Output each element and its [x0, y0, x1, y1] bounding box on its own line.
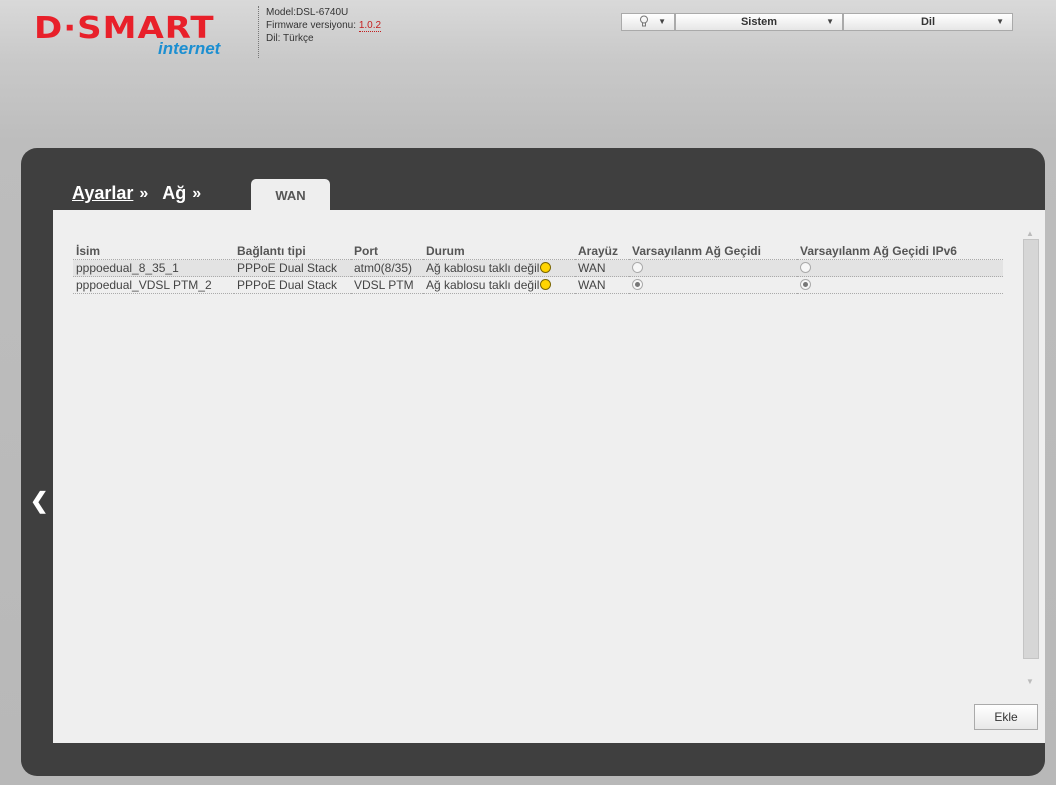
- chevron-down-icon: ▼: [996, 17, 1004, 26]
- language-dropdown[interactable]: Dil ▼: [843, 13, 1013, 31]
- language-label: Dil: [920, 16, 936, 28]
- col-gateway-ipv6-header: Varsayılanm Ağ Geçidi IPv6: [800, 243, 957, 258]
- cell-type: PPPoE Dual Stack: [234, 276, 351, 294]
- language-text: Dil: Türkçe: [266, 33, 314, 44]
- col-port-header: Port: [354, 243, 378, 258]
- col-interface-header: Arayüz: [578, 243, 619, 258]
- wan-connections-table: İsim Bağlantı tipi Port Durum Arayüz Var…: [73, 242, 1003, 294]
- default-gateway-ipv6-radio[interactable]: [800, 279, 811, 290]
- cell-interface: WAN: [575, 276, 629, 294]
- table-row[interactable]: pppoedual_8_35_1 PPPoE Dual Stack atm0(8…: [73, 259, 1003, 277]
- firmware-label: Firmware versiyonu:: [266, 20, 359, 31]
- col-gateway-header: Varsayılanm Ağ Geçidi: [632, 243, 761, 258]
- device-info: Model:DSL-6740U Firmware versiyonu: 1.0.…: [266, 6, 382, 45]
- breadcrumb-separator: »: [139, 184, 149, 202]
- scroll-down-icon[interactable]: ▼: [1026, 677, 1034, 686]
- table-row[interactable]: pppoedual_VDSL PTM_2 PPPoE Dual Stack VD…: [73, 276, 1003, 294]
- cell-port: VDSL PTM: [351, 276, 423, 294]
- chevron-down-icon: ▼: [658, 17, 666, 26]
- cell-status: Ağ kablosu taklı değil: [423, 259, 575, 277]
- cell-gateway-ipv6: [797, 259, 1003, 277]
- col-name-header: İsim: [76, 243, 101, 258]
- default-gateway-radio[interactable]: [632, 262, 643, 273]
- default-gateway-radio[interactable]: [632, 279, 643, 290]
- cell-interface: WAN: [575, 259, 629, 277]
- system-dropdown[interactable]: Sistem ▼: [675, 13, 843, 31]
- chevron-down-icon: ▼: [826, 17, 834, 26]
- cell-gateway: [629, 259, 797, 277]
- col-status-header: Durum: [426, 243, 465, 258]
- breadcrumb: Ayarlar » Ağ »: [72, 183, 215, 204]
- vertical-scrollbar[interactable]: ▲ ▼: [1023, 229, 1039, 686]
- status-indicator-icon: [540, 262, 552, 273]
- cell-port: atm0(8/35): [351, 259, 423, 277]
- status-text: Ağ kablosu taklı değil: [426, 261, 540, 275]
- header-divider: [258, 6, 259, 58]
- back-arrow-icon[interactable]: ❮: [30, 488, 48, 514]
- help-dropdown[interactable]: ▼: [621, 13, 675, 31]
- breadcrumb-separator: »: [192, 184, 202, 202]
- scrollbar-thumb[interactable]: [1023, 239, 1039, 659]
- dsmart-logo: D·SMART internet: [34, 12, 254, 62]
- table-header-row: İsim Bağlantı tipi Port Durum Arayüz Var…: [73, 242, 1003, 260]
- top-menu: ▼ Sistem ▼ Dil ▼: [621, 13, 1013, 33]
- breadcrumb-network-link[interactable]: Ağ: [162, 183, 186, 204]
- add-button[interactable]: Ekle: [974, 704, 1038, 730]
- firmware-version-link[interactable]: 1.0.2: [358, 20, 382, 32]
- system-label: Sistem: [740, 16, 778, 28]
- status-indicator-icon: [540, 279, 552, 290]
- default-gateway-ipv6-radio[interactable]: [800, 262, 811, 273]
- cell-gateway: [629, 276, 797, 294]
- cell-name: pppoedual_8_35_1: [73, 259, 234, 277]
- logo-subtitle: internet: [158, 39, 221, 58]
- breadcrumb-settings-link[interactable]: Ayarlar: [72, 183, 133, 204]
- cell-status: Ağ kablosu taklı değil: [423, 276, 575, 294]
- cell-name: pppoedual_VDSL PTM_2: [73, 276, 234, 294]
- col-type-header: Bağlantı tipi: [237, 243, 306, 258]
- scroll-up-icon[interactable]: ▲: [1026, 229, 1034, 238]
- model-text: Model:DSL-6740U: [266, 7, 349, 18]
- cell-gateway-ipv6: [797, 276, 1003, 294]
- tab-wan[interactable]: WAN: [251, 179, 330, 211]
- cell-type: PPPoE Dual Stack: [234, 259, 351, 277]
- status-text: Ağ kablosu taklı değil: [426, 278, 540, 292]
- firmware-text: Firmware versiyonu: 1.0.2: [266, 19, 382, 32]
- lightbulb-icon: [639, 15, 649, 31]
